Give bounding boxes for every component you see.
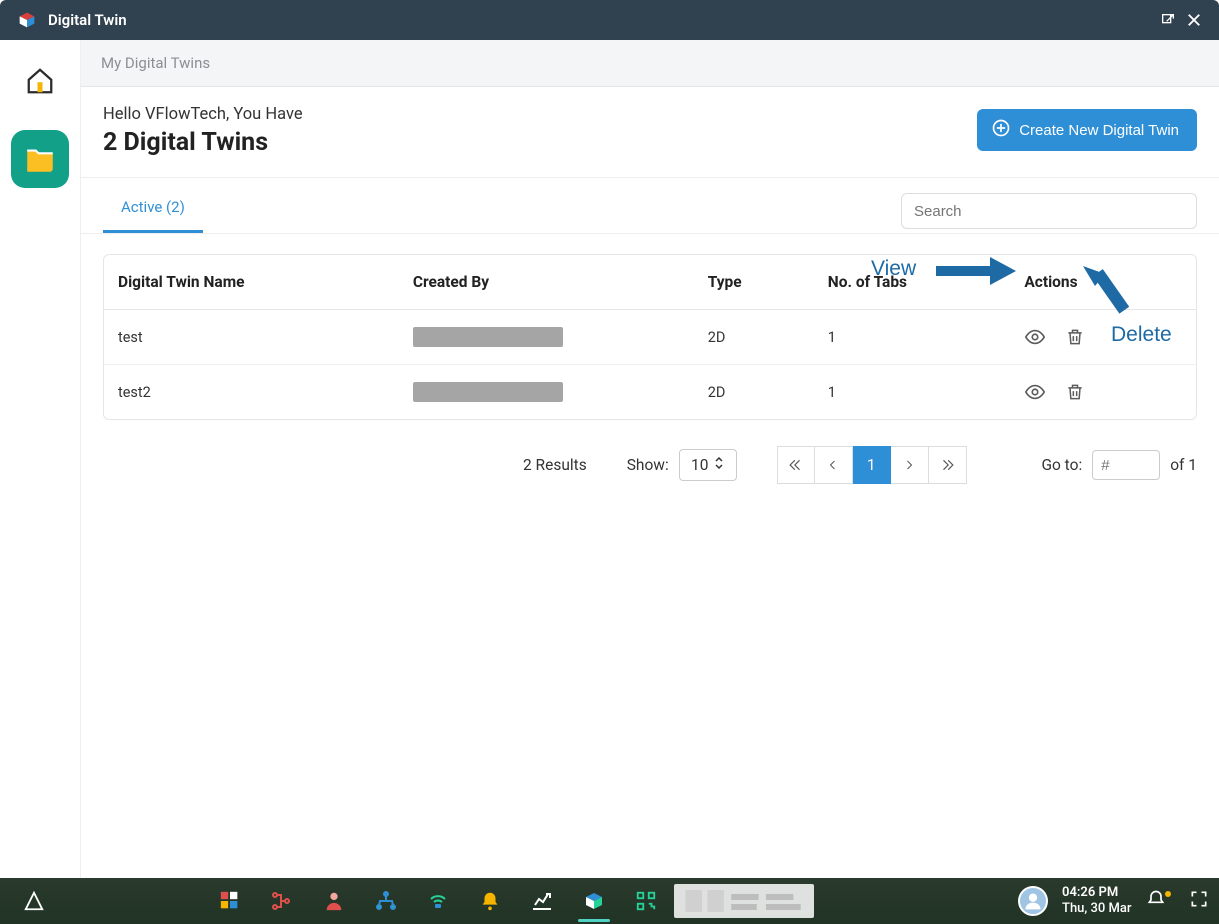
- cell-name: test: [104, 310, 399, 365]
- close-icon[interactable]: [1181, 7, 1207, 33]
- taskbar-app-grid-icon[interactable]: [206, 878, 254, 924]
- taskbar-chart-icon[interactable]: [518, 878, 566, 924]
- redacted-block: [413, 382, 563, 402]
- taskbar-user-icon[interactable]: [310, 878, 358, 924]
- cell-created-by: [399, 310, 694, 365]
- annotation-delete-arrow-icon: [1083, 266, 1133, 326]
- taskbar-fullscreen-icon[interactable]: [1189, 889, 1209, 913]
- taskbar-wifi-icon[interactable]: [414, 878, 462, 924]
- page-prev-button[interactable]: [815, 446, 853, 484]
- taskbar: 04:26 PM Thu, 30 Mar: [0, 878, 1219, 924]
- clock-date: Thu, 30 Mar: [1062, 901, 1132, 917]
- view-icon[interactable]: [1024, 326, 1046, 348]
- page-size-select[interactable]: 10: [679, 449, 737, 481]
- col-created-by: Created By: [399, 255, 694, 310]
- table-row: test 2D 1: [104, 310, 1196, 365]
- content-inner: Hello VFlowTech, You Have 2 Digital Twin…: [81, 87, 1219, 494]
- tab-active[interactable]: Active (2): [103, 184, 203, 233]
- titlebar: Digital Twin: [0, 0, 1219, 40]
- col-type: Type: [694, 255, 814, 310]
- redacted-block: [413, 327, 563, 347]
- tabs-row: Active (2): [81, 178, 1219, 234]
- page-header-left: Hello VFlowTech, You Have 2 Digital Twin…: [103, 105, 303, 157]
- page-title: 2 Digital Twins: [103, 128, 303, 157]
- tabs: Active (2): [103, 184, 203, 233]
- taskbar-notification-icon[interactable]: [1146, 889, 1175, 913]
- results-count: 2 Results: [523, 456, 587, 474]
- search-wrap: [901, 193, 1197, 229]
- app-title: Digital Twin: [48, 11, 127, 29]
- taskbar-right: 04:26 PM Thu, 30 Mar: [1018, 885, 1209, 916]
- greeting-text: Hello VFlowTech, You Have: [103, 105, 303, 124]
- taskbar-filler: [674, 884, 1014, 918]
- search-input[interactable]: [901, 193, 1197, 229]
- page-size-box: Show: 10: [627, 449, 737, 481]
- page-size-value: 10: [691, 456, 708, 474]
- rail-home-button[interactable]: [17, 58, 63, 104]
- table-header-row: Digital Twin Name Created By Type No. of…: [104, 255, 1196, 310]
- breadcrumb: My Digital Twins: [81, 40, 1219, 87]
- page-number-button[interactable]: 1: [853, 446, 891, 484]
- taskbar-start-icon[interactable]: [10, 878, 58, 924]
- taskbar-digitaltwin-icon[interactable]: [570, 878, 618, 924]
- goto-label: Go to:: [1041, 456, 1082, 474]
- view-icon[interactable]: [1024, 381, 1046, 403]
- cell-name: test2: [104, 365, 399, 420]
- table-row: test2 2D 1: [104, 365, 1196, 420]
- app-logo-icon: [16, 9, 38, 31]
- main-area: My Digital Twins Hello VFlowTech, You Ha…: [0, 40, 1219, 878]
- popout-icon[interactable]: [1155, 7, 1181, 33]
- taskbar-clock: 04:26 PM Thu, 30 Mar: [1062, 885, 1132, 916]
- annotation-view-arrow-icon: [936, 257, 1016, 285]
- cell-type: 2D: [694, 365, 814, 420]
- twins-table: Digital Twin Name Created By Type No. of…: [103, 254, 1197, 420]
- page-last-button[interactable]: [929, 446, 967, 484]
- select-caret-icon: [714, 456, 724, 474]
- create-new-label: Create New Digital Twin: [1019, 122, 1179, 139]
- cell-type: 2D: [694, 310, 814, 365]
- create-new-button[interactable]: Create New Digital Twin: [977, 109, 1197, 151]
- col-name: Digital Twin Name: [104, 255, 399, 310]
- cell-tabs: 1: [814, 310, 1011, 365]
- delete-icon[interactable]: [1064, 326, 1086, 348]
- page-next-button[interactable]: [891, 446, 929, 484]
- page-first-button[interactable]: [777, 446, 815, 484]
- delete-icon[interactable]: [1064, 381, 1086, 403]
- avatar[interactable]: [1018, 886, 1048, 916]
- goto-input[interactable]: [1092, 450, 1160, 480]
- cell-actions: [1010, 365, 1196, 420]
- taskbar-bell-icon[interactable]: [466, 878, 514, 924]
- content: My Digital Twins Hello VFlowTech, You Ha…: [80, 40, 1219, 878]
- pager: 1: [777, 446, 967, 484]
- cell-created-by: [399, 365, 694, 420]
- cell-tabs: 1: [814, 365, 1011, 420]
- rail-projects-button[interactable]: [11, 130, 69, 188]
- taskbar-hierarchy-icon[interactable]: [258, 878, 306, 924]
- taskbar-qr-icon[interactable]: [622, 878, 670, 924]
- taskbar-org-icon[interactable]: [362, 878, 410, 924]
- show-label: Show:: [627, 456, 669, 474]
- plus-circle-icon: [991, 118, 1011, 142]
- goto-box: Go to: of 1: [1041, 450, 1197, 480]
- taskbar-info-card: [674, 884, 814, 918]
- left-rail: [0, 40, 80, 878]
- page-header: Hello VFlowTech, You Have 2 Digital Twin…: [81, 87, 1219, 178]
- pagination-row: 2 Results Show: 10: [81, 420, 1219, 494]
- goto-of-text: of 1: [1170, 456, 1197, 474]
- clock-time: 04:26 PM: [1062, 885, 1132, 901]
